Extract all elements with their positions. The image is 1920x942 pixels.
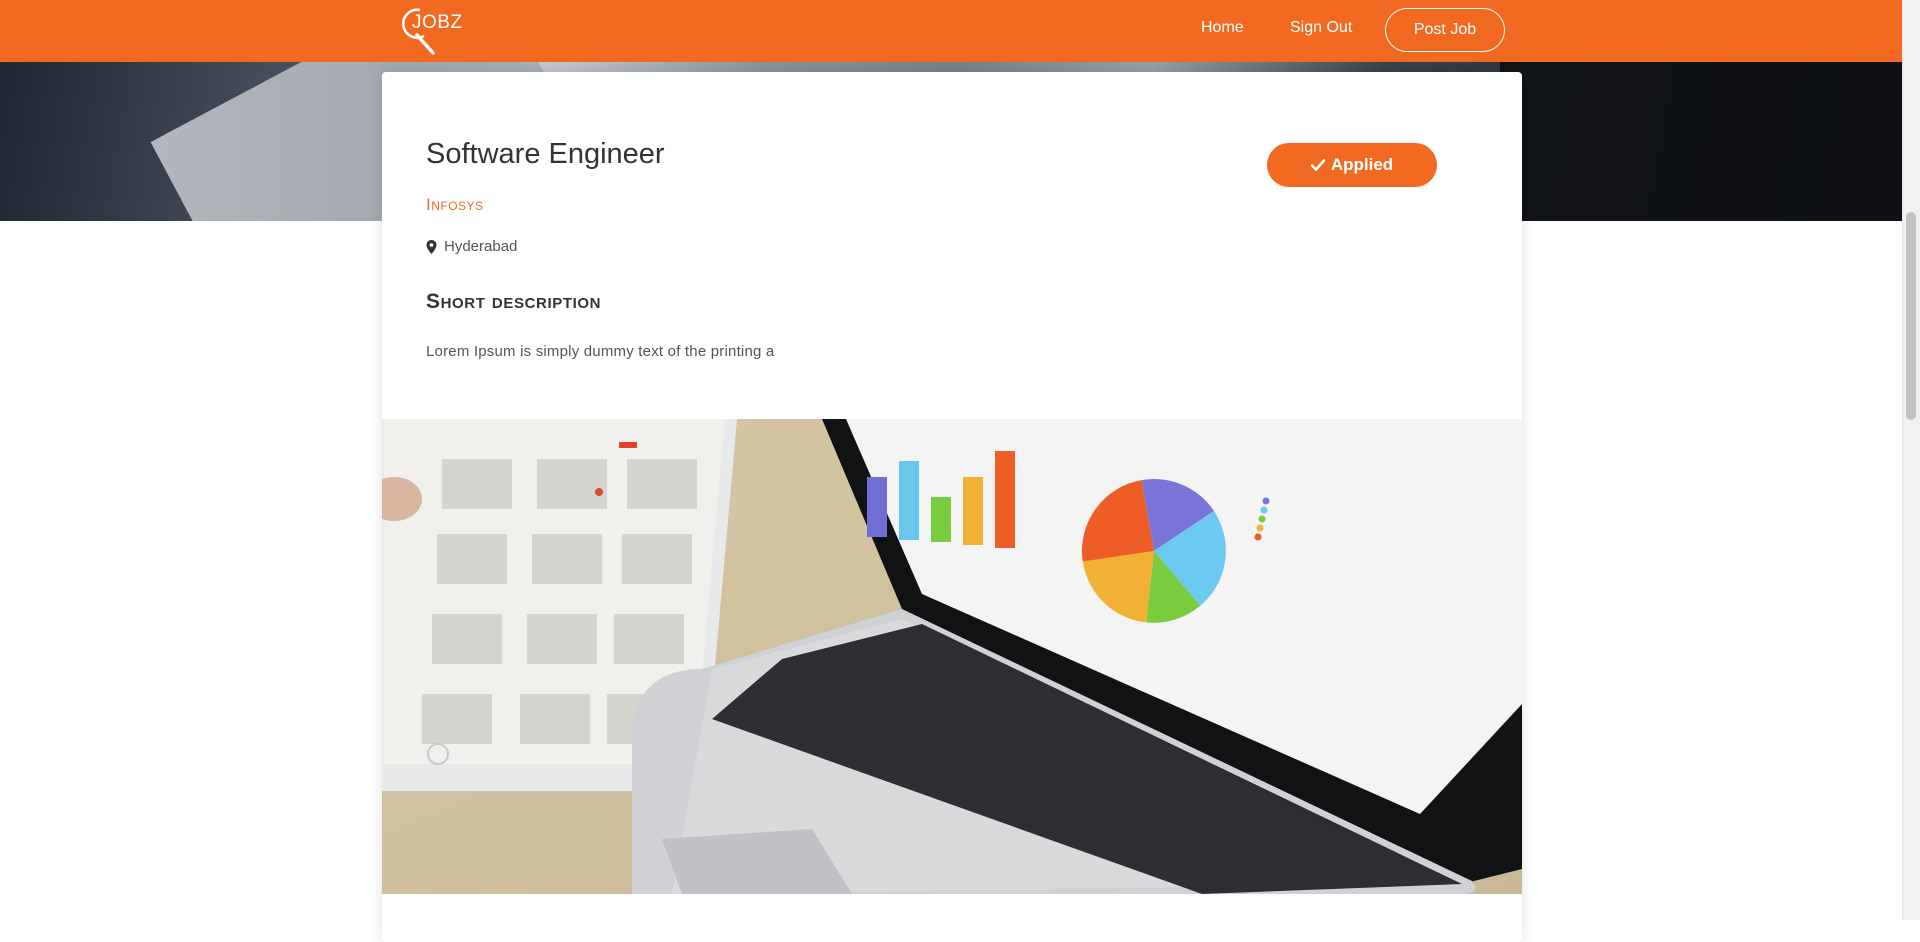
page-scrollbar[interactable] [1902,0,1920,920]
top-navbar: JOBZ Home Sign Out Post Job [0,0,1902,62]
applied-label: Applied [1330,155,1394,174]
short-description-text: Lorem Ipsum is simply dummy text of the … [426,343,775,360]
job-title: Software Engineer [426,138,665,170]
calendar-today-marker [619,442,637,448]
job-detail-card: Software Engineer Infosys Hyderabad Shor… [382,72,1522,942]
scrollbar-thumb[interactable] [1906,212,1916,420]
logo-text: JOBZ [412,12,463,33]
job-location: Hyderabad [426,238,517,255]
post-job-button[interactable]: Post Job [1385,8,1505,52]
hero-decor-dark [1500,60,1902,221]
location-text: Hyderabad [444,238,518,255]
check-icon [1310,159,1325,171]
nav-home-link[interactable]: Home [1201,19,1244,37]
jobz-logo[interactable]: JOBZ [394,2,462,56]
map-pin-icon [426,239,437,254]
job-feature-image [382,419,1522,894]
nav-signout-link[interactable]: Sign Out [1290,19,1352,37]
applied-status-button[interactable]: Applied [1267,143,1437,187]
short-description-heading: Short description [426,290,602,313]
company-name[interactable]: Infosys [426,195,484,215]
